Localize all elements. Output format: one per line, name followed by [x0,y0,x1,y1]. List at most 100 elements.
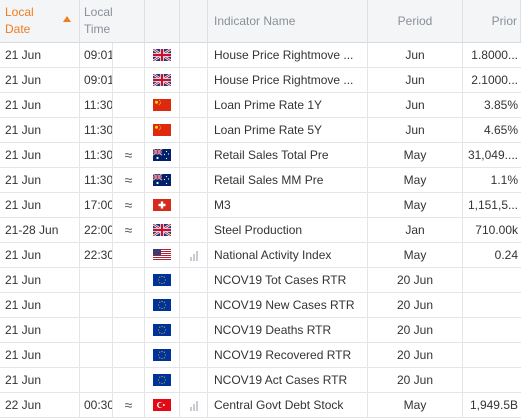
period-cell: 20 Jun [368,343,463,367]
country-cell [145,293,180,317]
indicator-name-text: House Price Rightmove ... [214,48,354,62]
indicator-name-cell[interactable]: House Price Rightmove ... [208,43,368,67]
chart-cell[interactable] [180,393,208,417]
indicator-name-cell[interactable]: Steel Production [208,218,368,242]
prior-text: 0.24 [494,248,518,262]
chart-cell [180,118,208,142]
volatility-cell [113,368,145,392]
time-text: 11:30 [84,98,113,112]
date-cell: 21 Jun [0,243,80,267]
prior-text: 3.85% [483,98,518,112]
indicator-name-cell[interactable]: National Activity Index [208,243,368,267]
date-cell: 21 Jun [0,143,80,167]
table-row[interactable]: 21 Jun NCOV19 Deaths RTR 20 Jun [0,318,521,343]
column-header-period[interactable]: Period [368,0,463,42]
table-row[interactable]: 21 Jun 11:30 Loan Prime Rate 5Y Jun 4.65% [0,118,521,143]
chart-cell[interactable] [180,243,208,267]
volatility-cell [113,343,145,367]
column-header-prior[interactable]: Prior [463,0,521,42]
period-text: Jun [405,123,425,137]
time-cell [80,293,113,317]
prior-text: 31,049.... [467,148,518,162]
date-text: 21 Jun [5,348,42,362]
country-cell [145,218,180,242]
table-header: Local Date Local Time Indicator Name Per… [0,0,521,43]
indicator-name-text: NCOV19 Deaths RTR [214,323,332,337]
volatility-cell [113,243,145,267]
table-row[interactable]: 21 Jun 17:00 ≈ M3 May 1,151,5... [0,193,521,218]
prior-cell: 1.1% [463,168,521,192]
indicator-name-text: NCOV19 Tot Cases RTR [214,273,347,287]
prior-text: 710.00k [475,223,518,237]
table-row[interactable]: 21 Jun 11:30 ≈ Retail Sales MM Pre May 1.1% [0,168,521,193]
bar-chart-icon[interactable] [189,399,198,411]
country-cell [145,318,180,342]
period-text: May [403,248,427,262]
column-header-indicator-name[interactable]: Indicator Name [208,0,368,42]
table-row[interactable]: 21 Jun NCOV19 Act Cases RTR 20 Jun [0,368,521,393]
date-cell: 21 Jun [0,43,80,67]
chart-cell [180,268,208,292]
volatility-cell: ≈ [113,393,145,417]
turkey-flag-icon [153,399,171,411]
indicator-name-text: Retail Sales MM Pre [214,173,324,187]
date-text: 21 Jun [5,198,42,212]
switzerland-flag-icon [153,199,171,211]
volatility-cell [113,68,145,92]
table-row[interactable]: 21 Jun 11:30 ≈ Retail Sales Total Pre May 31,… [0,143,521,168]
date-cell: 21 Jun [0,168,80,192]
date-text: 21 Jun [5,48,42,62]
column-header-local-date[interactable]: Local Date [0,0,80,42]
column-header-local-time[interactable]: Local Time [80,0,145,42]
table-row[interactable]: 21 Jun 11:30 Loan Prime Rate 1Y Jun 3.85% [0,93,521,118]
indicator-name-cell[interactable]: Retail Sales MM Pre [208,168,368,192]
indicator-name-text: Retail Sales Total Pre [214,148,329,162]
indicator-name-cell[interactable]: House Price Rightmove ... [208,68,368,92]
indicator-name-cell[interactable]: Loan Prime Rate 5Y [208,118,368,142]
time-text: 17:00 [84,198,113,212]
volatility-cell [113,118,145,142]
prior-cell: 1,949.5B [463,393,521,417]
volatility-cell: ≈ [113,143,145,167]
indicator-name-cell[interactable]: M3 [208,193,368,217]
indicator-name-cell[interactable]: Retail Sales Total Pre [208,143,368,167]
time-cell: 09:01 [80,43,113,67]
usa-flag-icon [153,249,171,261]
australia-flag-icon [153,149,171,161]
table-row[interactable]: 22 Jun 00:30 ≈ Central Govt Debt Stock May 1,… [0,393,521,418]
indicator-name-cell[interactable]: Central Govt Debt Stock [208,393,368,417]
table-row[interactable]: 21-28 Jun 22:00 ≈ Steel Production Jan 710.00… [0,218,521,243]
country-cell [145,393,180,417]
date-text: 21 Jun [5,73,42,87]
bar-chart-icon[interactable] [189,249,198,261]
time-text: 09:01 [84,73,113,87]
table-row[interactable]: 21 Jun 09:01 House Price Rightmove ... Jun 2… [0,68,521,93]
time-cell: 11:30 [80,168,113,192]
date-cell: 21 Jun [0,318,80,342]
prior-cell: 2.1000... [463,68,521,92]
table-row[interactable]: 21 Jun NCOV19 Recovered RTR 20 Jun [0,343,521,368]
time-cell: 11:30 [80,143,113,167]
indicator-name-cell[interactable]: NCOV19 Deaths RTR [208,318,368,342]
date-cell: 21 Jun [0,268,80,292]
volatility-cell [113,293,145,317]
indicator-name-cell[interactable]: NCOV19 Tot Cases RTR [208,268,368,292]
indicator-name-cell[interactable]: NCOV19 Recovered RTR [208,343,368,367]
indicator-name-cell[interactable]: NCOV19 New Cases RTR [208,293,368,317]
china-flag-icon [153,124,171,136]
table-row[interactable]: 21 Jun 09:01 House Price Rightmove ... Jun 1… [0,43,521,68]
prior-text: 1,151,5... [467,198,518,212]
indicator-name-cell[interactable]: NCOV19 Act Cases RTR [208,368,368,392]
header-period-label: Period [397,14,433,28]
prior-cell: 4.65% [463,118,521,142]
china-flag-icon [153,99,171,111]
country-cell [145,268,180,292]
table-row[interactable]: 21 Jun NCOV19 Tot Cases RTR 20 Jun [0,268,521,293]
table-row[interactable]: 21 Jun 22:30 National Activity Index May 0.2… [0,243,521,268]
table-row[interactable]: 21 Jun NCOV19 New Cases RTR 20 Jun [0,293,521,318]
prior-text: 1.8000... [471,48,518,62]
period-text: 20 Jun [396,323,434,337]
prior-cell: 710.00k [463,218,521,242]
indicator-name-cell[interactable]: Loan Prime Rate 1Y [208,93,368,117]
volatility-cell [113,93,145,117]
